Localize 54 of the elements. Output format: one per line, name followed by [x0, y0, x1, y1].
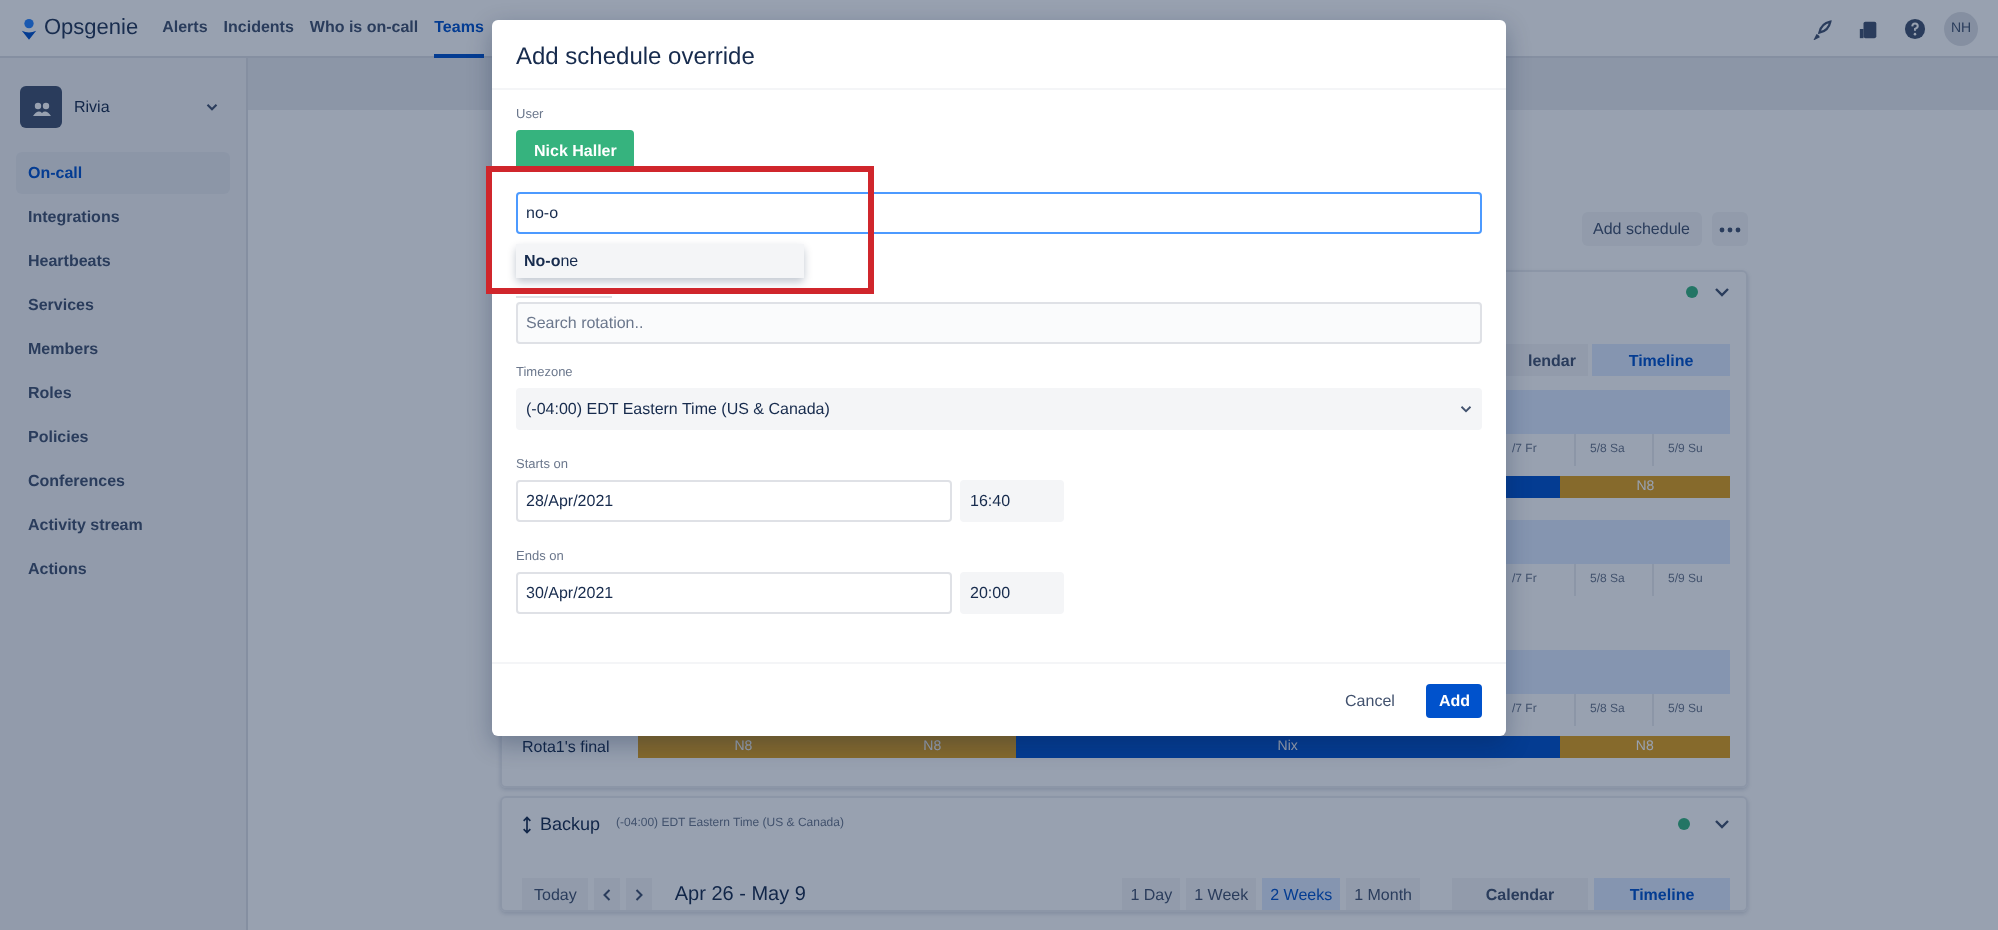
chevron-left-icon	[602, 887, 613, 901]
timezone-select[interactable]: (-04:00) EDT Eastern Time (US & Canada)	[516, 388, 1482, 430]
chevron-down-icon[interactable]	[206, 102, 218, 112]
chevron-down-icon	[1460, 404, 1472, 414]
time-field[interactable]: 16:40	[960, 480, 1064, 522]
app-switcher-icon[interactable]	[1858, 17, 1880, 39]
nav-link[interactable]: Who is on-call	[309, 0, 419, 57]
chevron-down-icon[interactable]	[1714, 286, 1730, 298]
time-field[interactable]: 20:00	[960, 572, 1064, 614]
rotation-search-field[interactable]: Search rotation..	[516, 302, 1482, 344]
schedule-title: Backup	[540, 814, 601, 834]
chevron-right-icon	[634, 887, 645, 901]
today-button[interactable]: Today	[522, 878, 589, 910]
drag-handle-icon[interactable]	[522, 815, 532, 833]
sidebar-item[interactable]: Roles	[16, 372, 230, 414]
more-icon	[1718, 225, 1742, 233]
previous-button[interactable]	[594, 878, 621, 910]
add-button[interactable]: Add	[1426, 683, 1482, 717]
sidebar-item[interactable]: Actions	[16, 548, 230, 590]
sidebar-item[interactable]: Activity stream	[16, 504, 230, 546]
more-button[interactable]	[1712, 212, 1748, 246]
period-button[interactable]: 1 Month	[1346, 878, 1420, 910]
team-selector[interactable]: Rivia	[16, 82, 230, 132]
sidebar-item[interactable]: Conferences	[16, 460, 230, 502]
date-field[interactable]: 28/Apr/2021	[516, 480, 952, 522]
sidebar-item[interactable]: Policies	[16, 416, 230, 458]
sidebar-item[interactable]: Services	[16, 284, 230, 326]
nav-link[interactable]: Alerts	[162, 0, 208, 57]
period-button[interactable]: 1 Day	[1122, 878, 1181, 910]
opsgenie-logo[interactable]: Opsgenie	[20, 16, 139, 40]
chevron-down-icon[interactable]	[1714, 818, 1730, 830]
team-icon	[20, 86, 62, 128]
search-field[interactable]: no-o	[516, 192, 1482, 234]
date-range: Apr 26 - May 9	[674, 883, 806, 905]
status-dot	[1678, 818, 1690, 830]
next-button[interactable]	[626, 878, 653, 910]
sidebar-item[interactable]: Integrations	[16, 196, 230, 238]
sidebar-item[interactable]: Heartbeats	[16, 240, 230, 282]
period-button[interactable]: 2 Weeks	[1262, 878, 1341, 910]
sidebar-item[interactable]: On-call	[16, 152, 230, 194]
rotation-name: Rota1's final	[522, 737, 610, 755]
nav-link[interactable]: Incidents	[223, 0, 294, 57]
view-tab[interactable]: Calendar	[1452, 878, 1588, 910]
view-tab[interactable]: Timeline	[1592, 344, 1730, 376]
add-schedule-button[interactable]: Add schedule	[1581, 212, 1702, 246]
date-field[interactable]: 30/Apr/2021	[516, 572, 952, 614]
status-dot	[1686, 286, 1698, 298]
sidebar-item[interactable]: Members	[16, 328, 230, 370]
period-button[interactable]: 1 Week	[1186, 878, 1257, 910]
cancel-button[interactable]: Cancel	[1333, 683, 1407, 717]
help-icon[interactable]	[1904, 17, 1926, 39]
view-tab[interactable]: Timeline	[1594, 878, 1730, 910]
dialog-title: Add schedule override	[492, 20, 1506, 90]
suggestion-option[interactable]: No-one	[516, 244, 804, 278]
